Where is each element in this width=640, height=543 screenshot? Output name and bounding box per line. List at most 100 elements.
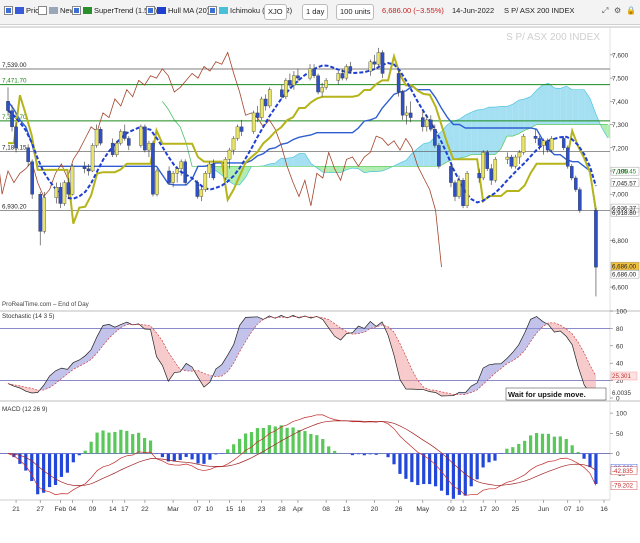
cloud-segment xyxy=(471,110,478,155)
candle-body xyxy=(541,140,546,146)
candle-body xyxy=(292,75,296,86)
x-axis-tick-label: 07 xyxy=(193,506,201,513)
stochastic-title: Stochastic (14 3 5) xyxy=(2,313,55,320)
cloud-segment xyxy=(334,166,341,173)
candle-body xyxy=(457,180,461,197)
x-axis-tick-label: 25 xyxy=(512,506,520,513)
candle-body xyxy=(537,138,542,146)
macd-histogram-bar xyxy=(493,453,497,461)
macd-histogram-bar xyxy=(517,443,521,454)
stochastic-y-tick-label: 60 xyxy=(616,343,624,350)
candle-body xyxy=(453,182,457,197)
x-axis-tick-label: 10 xyxy=(576,506,584,513)
price-value-tag-label: 6,686.00 xyxy=(612,272,637,279)
macd-value-tag-label: -42.835 xyxy=(612,468,634,475)
macd-histogram-bar xyxy=(552,436,556,454)
candle-body xyxy=(372,61,377,65)
candle-body xyxy=(171,173,175,183)
macd-histogram-bar xyxy=(36,453,40,495)
stochastic-value-tag-label: 6.0035 xyxy=(612,390,631,397)
candle-body xyxy=(151,142,155,195)
candle-body xyxy=(320,87,324,93)
macd-histogram-bar xyxy=(71,453,75,463)
candle-body xyxy=(86,168,91,172)
macd-histogram-bar xyxy=(511,447,515,454)
macd-histogram-bar xyxy=(327,446,331,454)
candle-body xyxy=(368,61,373,72)
price-footer: ProRealTime.com – End of Day xyxy=(2,301,90,308)
candle-body xyxy=(143,126,147,151)
candle-body xyxy=(425,119,429,128)
cloud-segment xyxy=(370,166,377,172)
x-axis-tick-label: 23 xyxy=(258,506,266,513)
candle-body xyxy=(485,152,489,169)
macd-histogram-bar xyxy=(540,433,545,454)
macd-histogram-bar xyxy=(416,453,420,486)
macd-histogram-bar xyxy=(59,453,64,477)
candle-body xyxy=(549,138,554,151)
candle-body xyxy=(336,73,340,81)
macd-histogram-bar xyxy=(190,453,194,460)
macd-histogram-bar xyxy=(558,436,562,454)
candle-body xyxy=(376,52,381,65)
cloud-segment xyxy=(560,86,567,125)
x-axis-tick-label: 28 xyxy=(278,506,286,513)
candle-body xyxy=(62,182,67,204)
macd-histogram-bar xyxy=(582,453,586,459)
macd-histogram-bar xyxy=(83,450,87,454)
macd-histogram-bar xyxy=(439,453,444,491)
macd-histogram-bar xyxy=(362,453,366,456)
candle-body xyxy=(521,135,526,153)
cloud-segment xyxy=(542,83,549,125)
macd-histogram-bar xyxy=(285,427,289,454)
price-y-tick-label: 6,800 xyxy=(612,238,629,245)
candle-body xyxy=(58,187,63,204)
cloud-segment xyxy=(489,107,495,155)
cloud-segment xyxy=(287,157,294,167)
price-y-tick-label: 7,600 xyxy=(612,52,629,59)
candle-body xyxy=(267,89,272,107)
candle-body xyxy=(231,138,236,151)
candle-body xyxy=(167,170,171,183)
macd-histogram-bar xyxy=(125,430,129,454)
candle-body xyxy=(251,112,256,132)
macd-histogram-bar xyxy=(546,433,551,454)
macd-histogram-bar xyxy=(523,440,527,454)
macd-histogram-bar xyxy=(291,427,295,454)
x-axis-tick-label: 21 xyxy=(12,506,20,513)
macd-histogram-bar xyxy=(469,453,473,487)
candle-body xyxy=(404,112,409,116)
candle-body xyxy=(400,91,405,116)
macd-histogram-bar xyxy=(445,453,450,496)
macd-histogram-bar xyxy=(232,444,236,454)
x-axis-tick-label: 27 xyxy=(36,506,44,513)
macd-histogram-bar xyxy=(172,453,176,462)
macd-histogram-bar xyxy=(529,435,533,454)
macd-histogram-bar xyxy=(309,433,313,454)
macd-histogram-bar xyxy=(107,432,111,454)
stochastic-value-tag-label: 25.301 xyxy=(612,373,631,380)
price-y-tick-label: 7,200 xyxy=(612,145,629,152)
cloud-segment xyxy=(494,106,501,155)
x-axis-tick-label: 09 xyxy=(447,506,455,513)
candle-body xyxy=(421,117,425,128)
macd-histogram-bar xyxy=(475,453,479,480)
candle-body xyxy=(110,142,115,155)
cloud-segment xyxy=(506,104,513,137)
macd-histogram-bar xyxy=(238,438,242,454)
cloud-segment xyxy=(453,119,460,160)
chart-canvas: 7,6007,5007,4007,3007,2007,1007,0006,800… xyxy=(0,26,640,513)
candle-body xyxy=(296,75,300,79)
cloud-segment xyxy=(578,89,585,125)
price-title-watermark: S P/ ASX 200 INDEX xyxy=(506,32,600,43)
candle-body xyxy=(123,131,127,139)
x-axis-tick-label: 09 xyxy=(89,506,97,513)
candle-body xyxy=(517,152,522,158)
candle-body xyxy=(509,156,514,167)
macd-histogram-bar xyxy=(404,453,408,479)
candle-body xyxy=(570,166,574,179)
macd-histogram-bar xyxy=(564,439,568,454)
candle-body xyxy=(239,126,244,132)
x-axis-tick-label: 20 xyxy=(491,506,499,513)
macd-histogram-bar xyxy=(249,432,254,454)
